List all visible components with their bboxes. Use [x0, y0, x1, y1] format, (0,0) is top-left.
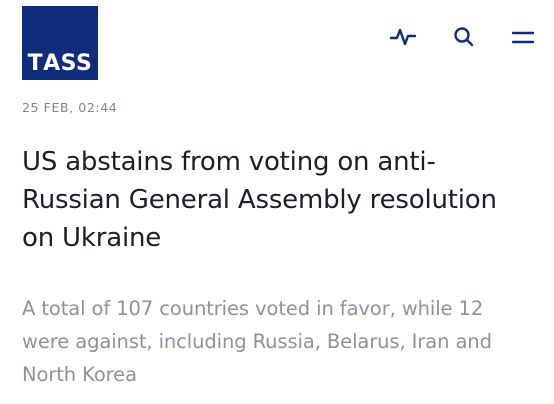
site-header: ТАSS	[0, 0, 554, 80]
tass-logo[interactable]: ТАSS	[22, 6, 98, 80]
article-lead: A total of 107 countries voted in favor,…	[22, 297, 492, 386]
search-icon[interactable]	[449, 22, 479, 52]
activity-icon[interactable]	[388, 22, 418, 52]
logo-text: ТАSS	[27, 51, 93, 76]
article-headline[interactable]: US abstains from voting on anti-Russian …	[22, 143, 522, 257]
article-date: 25 FEB, 02:44	[22, 100, 118, 115]
menu-icon[interactable]	[508, 22, 538, 52]
page: ТАSS 25 FEB, 02:44 US abstains from voti…	[0, 0, 554, 404]
